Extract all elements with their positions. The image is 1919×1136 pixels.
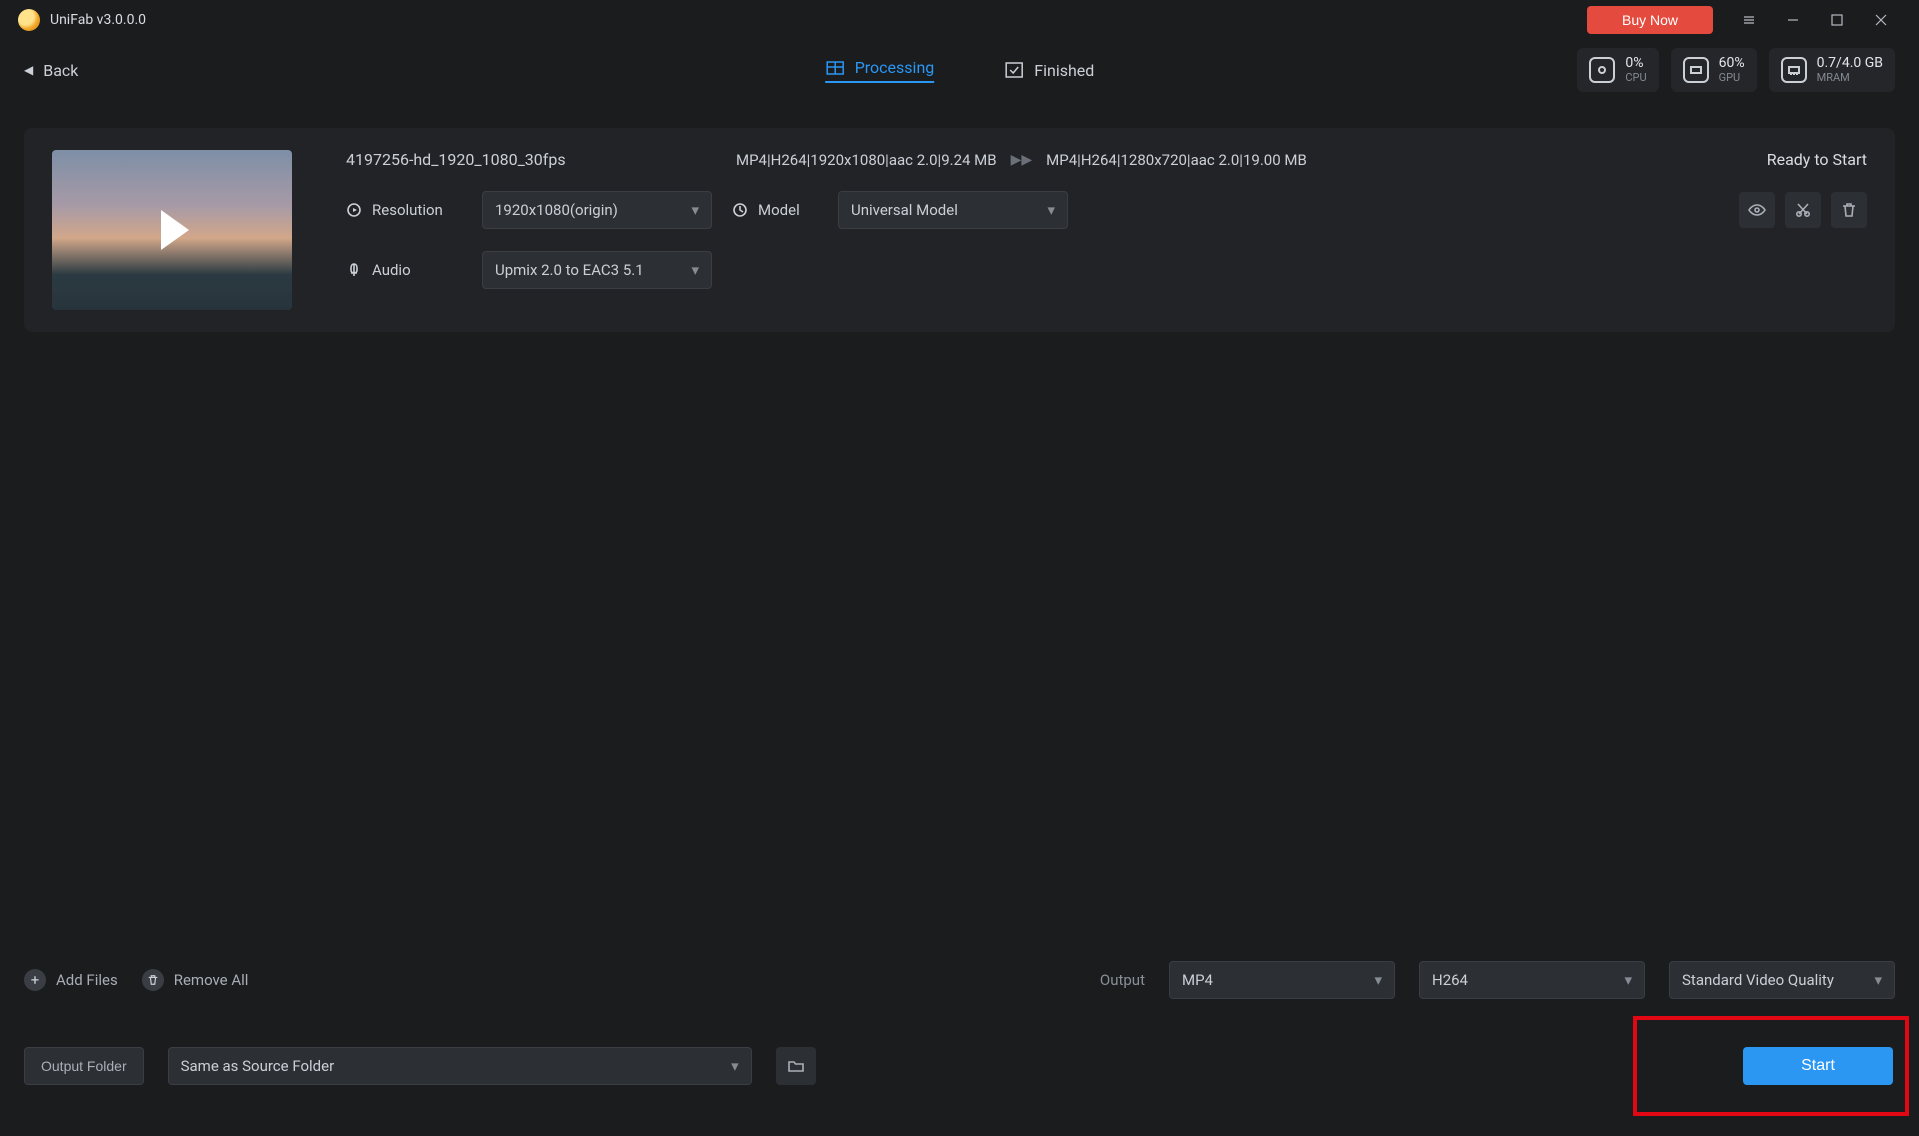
tab-finished-label: Finished — [1034, 61, 1094, 80]
tab-processing-label: Processing — [855, 58, 935, 77]
play-icon — [161, 210, 189, 250]
audio-label: Audio — [346, 261, 462, 279]
add-files-button[interactable]: + Add Files — [24, 969, 118, 991]
model-label: Model — [732, 201, 818, 219]
preview-button[interactable] — [1739, 192, 1775, 228]
gpu-icon — [1683, 57, 1709, 83]
arrow-right-icon: ▶▶ — [1011, 152, 1033, 168]
buy-now-button[interactable]: Buy Now — [1587, 6, 1713, 34]
mram-value: 0.7/4.0 GB — [1817, 56, 1883, 71]
chevron-down-icon: ▾ — [691, 261, 699, 279]
app-logo-icon — [18, 9, 40, 31]
back-button[interactable]: ◀ Back — [24, 61, 78, 80]
job-card: 4197256-hd_1920_1080_30fps MP4|H264|1920… — [24, 128, 1895, 332]
tabs: Processing Finished — [825, 58, 1095, 83]
output-quality-select[interactable]: Standard Video Quality ▾ — [1669, 961, 1895, 999]
processing-icon — [825, 58, 845, 78]
hardware-stats: 0% CPU 60% GPU 0.7/4.0 GB MRAM — [1577, 48, 1895, 92]
title-bar: UniFab v3.0.0.0 Buy Now — [0, 0, 1919, 40]
chevron-down-icon: ▾ — [1047, 201, 1055, 219]
job-status: Ready to Start — [1767, 150, 1867, 169]
audio-select[interactable]: Upmix 2.0 to EAC3 5.1 ▾ — [482, 251, 712, 289]
tab-processing[interactable]: Processing — [825, 58, 935, 83]
minimize-icon[interactable] — [1771, 0, 1815, 40]
trash-icon — [142, 969, 164, 991]
model-select[interactable]: Universal Model ▾ — [838, 191, 1068, 229]
job-actions — [1739, 192, 1867, 228]
source-spec: MP4|H264|1920x1080|aac 2.0|9.24 MB — [736, 151, 997, 169]
app-title: UniFab v3.0.0.0 — [50, 12, 146, 28]
cpu-value: 0% — [1625, 56, 1646, 71]
mram-icon — [1781, 57, 1807, 83]
maximize-icon[interactable] — [1815, 0, 1859, 40]
video-thumbnail[interactable] — [52, 150, 292, 310]
cpu-label: CPU — [1625, 72, 1646, 84]
cpu-stat: 0% CPU — [1577, 48, 1658, 92]
start-button[interactable]: Start — [1743, 1047, 1893, 1085]
tab-finished[interactable]: Finished — [1004, 60, 1094, 80]
close-icon[interactable] — [1859, 0, 1903, 40]
plus-icon: + — [24, 969, 46, 991]
resolution-select[interactable]: 1920x1080(origin) ▾ — [482, 191, 712, 229]
output-format-select[interactable]: MP4 ▾ — [1169, 961, 1395, 999]
top-bar: ◀ Back Processing Finished 0% CPU — [0, 40, 1919, 100]
mram-stat: 0.7/4.0 GB MRAM — [1769, 48, 1895, 92]
output-codec-select[interactable]: H264 ▾ — [1419, 961, 1645, 999]
chevron-down-icon: ▾ — [1624, 971, 1632, 989]
trim-button[interactable] — [1785, 192, 1821, 228]
open-folder-button[interactable] — [776, 1047, 816, 1085]
mram-label: MRAM — [1817, 72, 1883, 84]
bottom-options: + Add Files Remove All Output MP4 ▾ H264… — [24, 952, 1895, 1008]
output-label: Output — [1100, 971, 1145, 989]
chevron-down-icon: ▾ — [1874, 971, 1882, 989]
chevron-down-icon: ▾ — [731, 1057, 739, 1075]
gpu-value: 60% — [1719, 56, 1745, 71]
file-name: 4197256-hd_1920_1080_30fps — [346, 150, 736, 169]
gpu-label: GPU — [1719, 72, 1745, 84]
hamburger-menu-icon[interactable] — [1727, 0, 1771, 40]
destination-spec: MP4|H264|1280x720|aac 2.0|19.00 MB — [1046, 151, 1307, 169]
gpu-stat: 60% GPU — [1671, 48, 1757, 92]
output-folder-bar: Output Folder Same as Source Folder ▾ — [24, 1040, 1639, 1092]
start-highlight-box: Start — [1633, 1016, 1909, 1116]
back-label: Back — [43, 61, 78, 80]
output-folder-button[interactable]: Output Folder — [24, 1047, 144, 1085]
chevron-down-icon: ▾ — [691, 201, 699, 219]
cpu-icon — [1589, 57, 1615, 83]
delete-button[interactable] — [1831, 192, 1867, 228]
chevron-down-icon: ▾ — [1374, 971, 1382, 989]
chevron-left-icon: ◀ — [24, 63, 33, 77]
resolution-label: Resolution — [346, 201, 462, 219]
output-folder-select[interactable]: Same as Source Folder ▾ — [168, 1047, 752, 1085]
remove-all-button[interactable]: Remove All — [142, 969, 249, 991]
finished-icon — [1004, 60, 1024, 80]
job-list: 4197256-hd_1920_1080_30fps MP4|H264|1920… — [24, 128, 1895, 920]
